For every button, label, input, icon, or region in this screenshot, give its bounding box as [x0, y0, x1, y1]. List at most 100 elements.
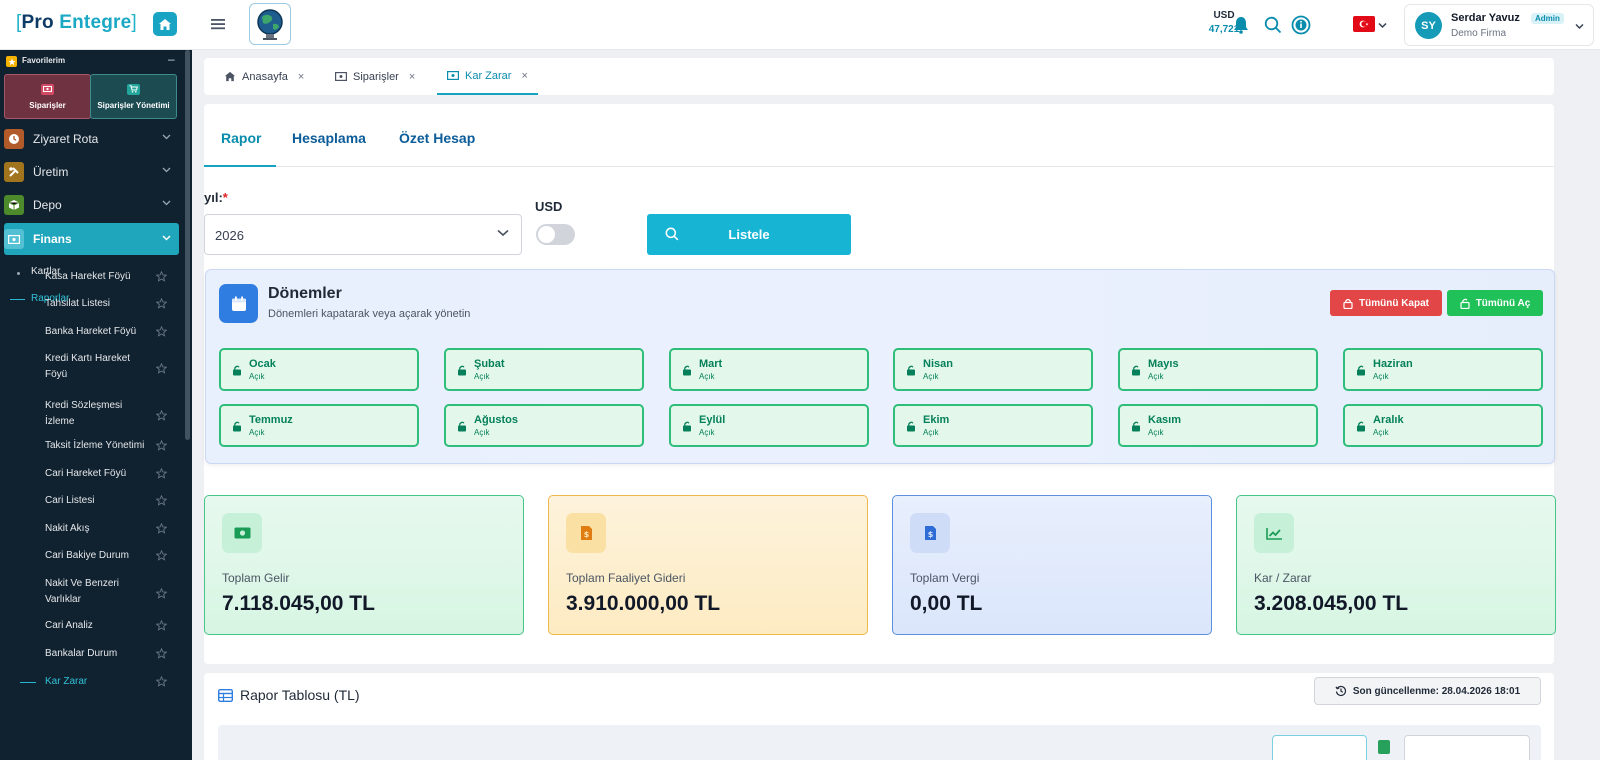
notifications-button[interactable] [1230, 14, 1252, 36]
language-flag[interactable] [1353, 16, 1375, 32]
subtab-rapor[interactable]: Rapor [221, 130, 261, 146]
svg-text:$: $ [583, 530, 589, 539]
open-all-periods-button[interactable]: Tümünü Aç [1447, 290, 1543, 316]
star-outline-icon[interactable] [156, 326, 167, 337]
periods-panel: Dönemler Dönemleri kapatarak veya açarak… [205, 269, 1555, 464]
favorite-siparisler-yonetimi[interactable]: Siparişler Yönetimi [90, 74, 177, 119]
sidebar-report-item[interactable]: Nakit Akış [0, 523, 185, 537]
sidebar-report-item[interactable]: Bankalar Durum [0, 648, 185, 662]
period-month-card[interactable]: Nisan Açık [893, 348, 1093, 391]
toolbar-button[interactable] [1272, 735, 1367, 760]
close-all-periods-button[interactable]: Tümünü Kapat [1330, 290, 1442, 316]
list-button[interactable]: Listele [647, 214, 851, 255]
last-update-badge: Son güncellenme: 28.04.2026 18:01 [1314, 677, 1541, 705]
user-menu[interactable]: SY Serdar Yavuz Admin Demo Firma [1404, 4, 1594, 46]
sidebar-item-uretim[interactable]: Üretim [4, 158, 179, 186]
home-button[interactable] [153, 12, 177, 36]
sidebar-report-item[interactable]: Taksit İzleme Yönetimi [0, 440, 185, 454]
app-logo[interactable]: [Pro Entegre] [16, 12, 137, 34]
chevron-down-icon [162, 167, 171, 173]
search-button[interactable] [1262, 14, 1284, 36]
star-outline-icon[interactable] [156, 363, 167, 374]
menu-toggle-button[interactable] [208, 14, 228, 34]
star-outline-icon[interactable] [156, 410, 167, 421]
sidebar-scrollbar[interactable] [185, 50, 190, 440]
unlock-icon [458, 421, 466, 432]
company-logo[interactable] [249, 3, 291, 45]
sidebar-report-item[interactable]: Kar Zarar [0, 676, 185, 690]
sidebar-item-ziyaret-rota[interactable]: Ziyaret Rota [4, 125, 179, 153]
unlock-icon [1132, 365, 1140, 376]
hamburger-icon [211, 19, 225, 30]
sidebar-report-item[interactable]: Kredi Sözleşmesi İzleme [0, 400, 185, 434]
period-month-card[interactable]: Eylül Açık [669, 404, 869, 447]
top-header: [Pro Entegre] USD 47,721 SY Serdar Yavuz… [0, 0, 1600, 50]
subtab-ozet-hesap[interactable]: Özet Hesap [399, 130, 475, 146]
sidebar-report-item[interactable]: Banka Hareket Föyü [0, 326, 185, 340]
chevron-down-icon [1575, 23, 1584, 30]
sidebar-report-item[interactable]: Nakit Ve Benzeri Varlıklar [0, 578, 185, 612]
period-month-card[interactable]: Kasım Açık [1118, 404, 1318, 447]
report-table-title: Rapor Tablosu (TL) [240, 687, 360, 703]
tab-close-button[interactable]: × [521, 70, 527, 82]
star-outline-icon[interactable] [156, 271, 167, 282]
star-outline-icon[interactable] [156, 298, 167, 309]
period-month-card[interactable]: Haziran Açık [1343, 348, 1543, 391]
tab-close-button[interactable]: × [409, 71, 415, 83]
favorites-minimize-button[interactable]: – [168, 52, 175, 66]
sidebar-item-finans[interactable]: Finans [4, 223, 179, 255]
star-outline-icon[interactable] [156, 523, 167, 534]
period-month-card[interactable]: Mayıs Açık [1118, 348, 1318, 391]
year-select[interactable]: 2026 [204, 214, 522, 255]
period-month-card[interactable]: Ağustos Açık [444, 404, 644, 447]
unlock-icon [1132, 421, 1140, 432]
period-month-card[interactable]: Aralık Açık [1343, 404, 1543, 447]
money-icon [222, 513, 262, 553]
sidebar-report-item[interactable]: Kasa Hareket Föyü [0, 271, 185, 285]
table-icon [218, 689, 233, 702]
sidebar-item-depo[interactable]: Depo [4, 191, 179, 219]
tab-anasayfa[interactable]: Anasayfa × [224, 58, 304, 95]
periods-subtitle: Dönemleri kapatarak veya açarak yönetin [268, 308, 471, 320]
sidebar-report-item[interactable]: Cari Bakiye Durum [0, 550, 185, 564]
language-caret[interactable] [1378, 18, 1387, 32]
period-month-card[interactable]: Mart Açık [669, 348, 869, 391]
cash-icon [447, 71, 459, 80]
star-outline-icon[interactable] [156, 648, 167, 659]
sidebar-report-item[interactable]: Cari Analiz [0, 620, 185, 634]
stat-total-tax: $ Toplam Vergi 0,00 TL [892, 495, 1212, 635]
sidebar-report-item[interactable]: Cari Hareket Föyü [0, 468, 185, 482]
calendar-icon [219, 284, 258, 323]
period-month-card[interactable]: Temmuz Açık [219, 404, 419, 447]
period-month-card[interactable]: Ocak Açık [219, 348, 419, 391]
bell-icon [1234, 17, 1248, 34]
tab-kar-zarar[interactable]: Kar Zarar × [437, 58, 538, 95]
period-month-card[interactable]: Ekim Açık [893, 404, 1093, 447]
star-outline-icon[interactable] [156, 550, 167, 561]
favorite-siparisler[interactable]: Siparişler [4, 74, 91, 119]
star-outline-icon[interactable] [156, 495, 167, 506]
chart-line-icon [1254, 513, 1294, 553]
star-outline-icon[interactable] [156, 588, 167, 599]
star-outline-icon[interactable] [156, 620, 167, 631]
unlock-icon [907, 365, 915, 376]
usd-toggle[interactable] [536, 224, 575, 245]
excel-icon[interactable] [1378, 740, 1390, 754]
table-search-input[interactable] [1404, 735, 1530, 760]
stat-total-expense: $ Toplam Faaliyet Gideri 3.910.000,00 TL [548, 495, 868, 635]
sidebar-report-item[interactable]: Tahsilat Listesi [0, 298, 185, 312]
star-outline-icon[interactable] [156, 440, 167, 451]
user-company: Demo Firma [1451, 28, 1507, 39]
star-outline-icon[interactable] [156, 468, 167, 479]
info-icon [1291, 15, 1311, 35]
tab-close-button[interactable]: × [298, 71, 304, 83]
period-month-card[interactable]: Şubat Açık [444, 348, 644, 391]
subtab-hesaplama[interactable]: Hesaplama [292, 130, 366, 146]
info-button[interactable] [1290, 14, 1312, 36]
sidebar-report-item[interactable]: Cari Listesi [0, 495, 185, 509]
tab-siparisler[interactable]: Siparişler × [335, 58, 415, 95]
cart-icon [127, 83, 140, 95]
star-outline-icon[interactable] [156, 676, 167, 687]
sidebar-report-item[interactable]: Kredi Kartı Hareket Föyü [0, 353, 185, 387]
svg-text:$: $ [927, 530, 933, 539]
